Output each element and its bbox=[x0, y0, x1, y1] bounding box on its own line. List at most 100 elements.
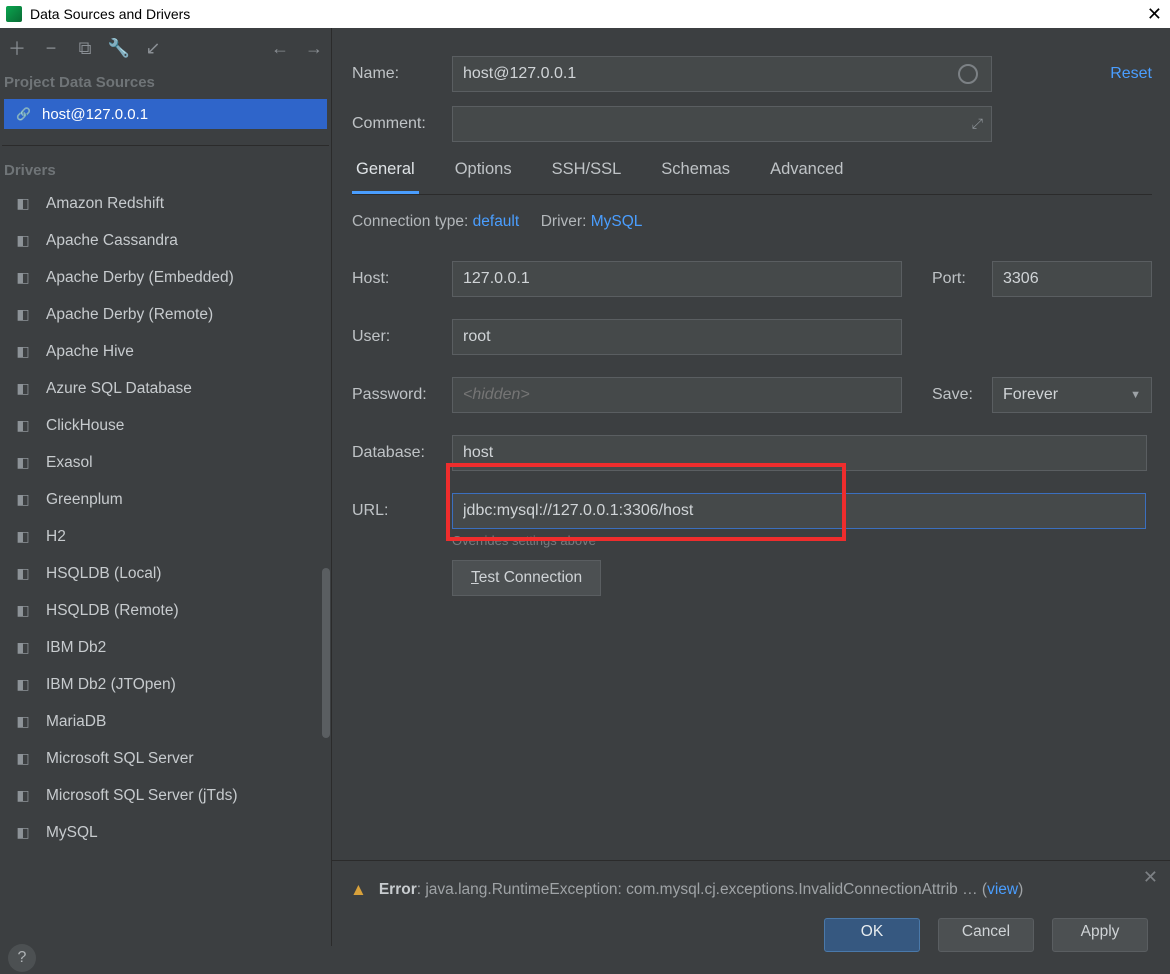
driver-label: Exasol bbox=[46, 454, 93, 472]
test-connection-button[interactable]: Test Connection bbox=[452, 560, 601, 596]
ok-button[interactable]: OK bbox=[824, 918, 920, 952]
driver-item[interactable]: ◧Apache Derby (Remote) bbox=[4, 296, 327, 333]
driver-icon: ◧ bbox=[12, 713, 34, 731]
scrollbar-handle[interactable] bbox=[322, 568, 330, 738]
wrench-icon[interactable]: 🔧 bbox=[110, 39, 128, 57]
tab-general[interactable]: General bbox=[352, 160, 419, 194]
status-bar: ▲ Error: java.lang.RuntimeException: com… bbox=[332, 860, 1170, 918]
password-input[interactable] bbox=[452, 377, 902, 413]
driver-item[interactable]: ◧Amazon Redshift bbox=[4, 185, 327, 222]
driver-item[interactable]: ◧Azure SQL Database bbox=[4, 370, 327, 407]
driver-item[interactable]: ◧ Exasol bbox=[4, 444, 327, 481]
forward-icon[interactable]: → bbox=[305, 39, 323, 57]
help-button[interactable]: ? bbox=[8, 944, 36, 972]
url-input[interactable] bbox=[452, 493, 1146, 529]
tab-options[interactable]: Options bbox=[451, 160, 516, 194]
driver-icon: ◧ bbox=[12, 824, 34, 842]
name-input[interactable] bbox=[452, 56, 992, 92]
apply-button[interactable]: Apply bbox=[1052, 918, 1148, 952]
database-input[interactable] bbox=[452, 435, 1147, 471]
driver-icon: ◧ bbox=[12, 565, 34, 583]
driver-item[interactable]: ◧IBM Db2 (JTOpen) bbox=[4, 666, 327, 703]
driver-item[interactable]: ◧ Greenplum bbox=[4, 481, 327, 518]
host-row: Host: Port: bbox=[352, 261, 1152, 297]
driver-label: ClickHouse bbox=[46, 417, 124, 435]
add-icon[interactable]: ＋ bbox=[8, 39, 26, 57]
driver-item[interactable]: ◧ IBM Db2 bbox=[4, 629, 327, 666]
section-project-data-sources: Project Data Sources bbox=[0, 68, 331, 97]
connection-type-link[interactable]: default bbox=[473, 213, 520, 230]
user-row: User: bbox=[352, 319, 1152, 355]
cancel-button[interactable]: Cancel bbox=[938, 918, 1034, 952]
save-value: Forever bbox=[1003, 386, 1058, 404]
driver-item[interactable]: ◧ ClickHouse bbox=[4, 407, 327, 444]
reset-link[interactable]: Reset bbox=[1110, 65, 1152, 83]
tab-advanced[interactable]: Advanced bbox=[766, 160, 847, 194]
view-link[interactable]: view bbox=[987, 881, 1018, 898]
driver-label: IBM Db2 bbox=[46, 639, 106, 657]
driver-icon: ◧ bbox=[12, 528, 34, 546]
name-label: Name: bbox=[352, 65, 452, 83]
duplicate-icon[interactable]: ⧉ bbox=[76, 39, 94, 57]
datasource-label: host@127.0.0.1 bbox=[42, 106, 148, 123]
tabs: General Options SSH/SSL Schemas Advanced bbox=[352, 160, 1152, 195]
driver-icon: ◧ bbox=[12, 454, 34, 472]
chevron-down-icon: ▼ bbox=[1130, 389, 1141, 401]
dismiss-status-icon[interactable]: ✕ bbox=[1143, 867, 1158, 888]
driver-label: Greenplum bbox=[46, 491, 123, 509]
back-icon[interactable]: ← bbox=[271, 39, 289, 57]
driver-icon: ◧ bbox=[12, 639, 34, 657]
driver-label: Microsoft SQL Server bbox=[46, 750, 194, 768]
expand-icon[interactable]: ⤢ bbox=[972, 115, 983, 132]
driver-item[interactable]: ◧HSQLDB (Local) bbox=[4, 555, 327, 592]
driver-item[interactable]: ◧HSQLDB (Remote) bbox=[4, 592, 327, 629]
url-row: URL: bbox=[352, 493, 1152, 529]
connection-meta: Connection type: default Driver: MySQL bbox=[352, 213, 1152, 231]
dialog-buttons: OK Cancel Apply bbox=[332, 918, 1170, 946]
section-drivers: Drivers bbox=[0, 156, 331, 185]
driver-link[interactable]: MySQL bbox=[591, 213, 643, 230]
driver-item[interactable]: ◧MariaDB bbox=[4, 703, 327, 740]
driver-icon: ◧ bbox=[12, 602, 34, 620]
revert-icon[interactable]: ↙ bbox=[144, 39, 162, 57]
driver-item[interactable]: ◧Microsoft SQL Server (jTds) bbox=[4, 777, 327, 814]
port-label: Port: bbox=[932, 270, 992, 288]
window-title: Data Sources and Drivers bbox=[30, 6, 190, 22]
driver-icon: ◧ bbox=[12, 491, 34, 509]
user-label: User: bbox=[352, 328, 452, 346]
driver-icon: ◧ bbox=[12, 417, 34, 435]
remove-icon[interactable]: − bbox=[42, 39, 60, 57]
driver-label: Azure SQL Database bbox=[46, 380, 192, 398]
name-row: Name: Reset bbox=[352, 56, 1152, 92]
save-select[interactable]: Forever ▼ bbox=[992, 377, 1152, 413]
driver-item[interactable]: ◧MySQL bbox=[4, 814, 327, 851]
comment-input[interactable]: ⤢ bbox=[452, 106, 992, 142]
close-icon[interactable]: ✕ bbox=[1147, 4, 1162, 25]
datasource-icon: 🔗 bbox=[16, 107, 32, 121]
driver-item[interactable]: ◧Apache Hive bbox=[4, 333, 327, 370]
tab-schemas[interactable]: Schemas bbox=[657, 160, 734, 194]
port-input[interactable] bbox=[992, 261, 1152, 297]
comment-label: Comment: bbox=[352, 115, 452, 133]
datasource-item[interactable]: 🔗 host@127.0.0.1 bbox=[4, 99, 327, 129]
host-label: Host: bbox=[352, 270, 452, 288]
host-input[interactable] bbox=[452, 261, 902, 297]
driver-label: Apache Derby (Embedded) bbox=[46, 269, 234, 287]
driver-label: H2 bbox=[46, 528, 66, 546]
driver-item[interactable]: ◧ Apache Derby (Embedded) bbox=[4, 259, 327, 296]
driver-label: Apache Hive bbox=[46, 343, 134, 361]
warning-icon: ▲ bbox=[350, 880, 367, 900]
save-label: Save: bbox=[932, 386, 992, 404]
comment-row: Comment: ⤢ bbox=[352, 106, 1152, 142]
driver-label: Apache Derby (Remote) bbox=[46, 306, 213, 324]
divider bbox=[2, 145, 329, 146]
tab-ssh-ssl[interactable]: SSH/SSL bbox=[548, 160, 626, 194]
user-input[interactable] bbox=[452, 319, 902, 355]
driver-item[interactable]: ◧ H2 bbox=[4, 518, 327, 555]
driver-item[interactable]: ◧Microsoft SQL Server bbox=[4, 740, 327, 777]
app-icon bbox=[6, 6, 22, 22]
driver-item[interactable]: ◧Apache Cassandra bbox=[4, 222, 327, 259]
driver-icon: ◧ bbox=[12, 269, 34, 287]
driver-icon: ◧ bbox=[12, 232, 34, 250]
overrides-hint: Overrides settings above bbox=[452, 533, 1152, 548]
